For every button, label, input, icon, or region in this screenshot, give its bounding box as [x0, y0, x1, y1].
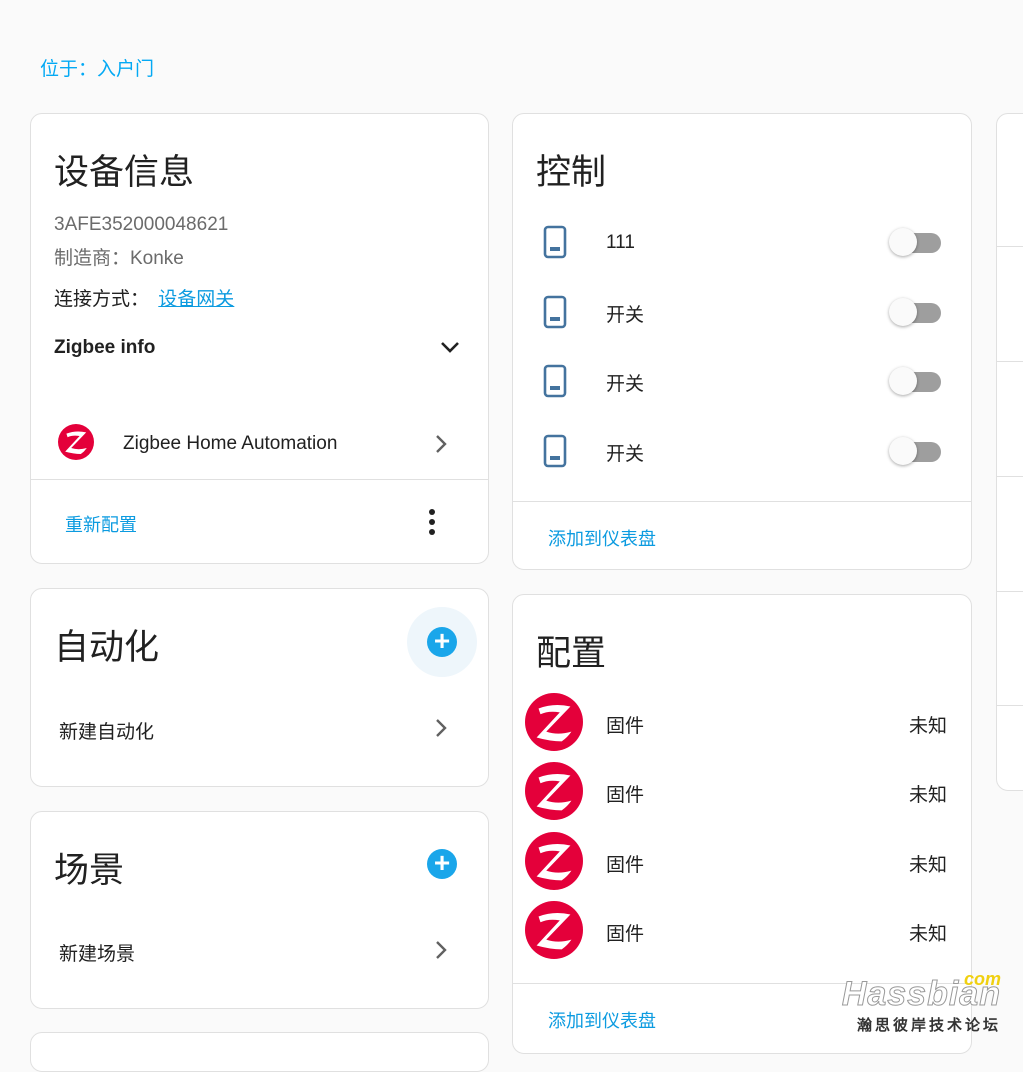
- control-toggle[interactable]: [889, 433, 943, 465]
- phone-icon: [543, 434, 567, 473]
- config-value: 未知: [908, 785, 947, 806]
- new-automation-label: 新建自动化: [59, 722, 155, 743]
- device-manufacturer: 制造商：Konke: [54, 248, 184, 269]
- area-label: 位于：: [40, 59, 98, 80]
- chevron-down-icon: [440, 340, 460, 359]
- integration-name: Zigbee Home Automation: [123, 433, 338, 454]
- more-vert-icon[interactable]: [428, 508, 436, 543]
- reconfigure-button[interactable]: 重新配置: [65, 511, 137, 537]
- row-divider: [997, 476, 1023, 477]
- integration-row[interactable]: Zigbee Home Automation: [31, 419, 488, 469]
- phone-icon: [543, 364, 567, 403]
- watermark-sub: 瀚思彼岸技术论坛: [856, 1017, 1001, 1034]
- control-row: 开关: [513, 429, 971, 473]
- row-divider: [997, 361, 1023, 362]
- card-divider: [31, 479, 488, 480]
- automation-title: 自动化: [54, 628, 160, 667]
- zigbee-info-label: Zigbee info: [54, 337, 156, 358]
- logbook-card-partial: [996, 113, 1023, 791]
- control-toggle[interactable]: [889, 224, 943, 256]
- phone-icon: [543, 295, 567, 334]
- control-row: 111: [513, 220, 971, 264]
- control-name: 开关: [606, 305, 645, 326]
- watermark-com: com: [963, 969, 1001, 989]
- card-divider: [513, 501, 971, 502]
- automation-card: 自动化 + 新建自动化: [30, 588, 489, 787]
- config-value: 未知: [908, 924, 947, 945]
- device-info-title: 设备信息: [54, 153, 195, 192]
- control-toggle[interactable]: [889, 294, 943, 326]
- connection-link[interactable]: 设备网关: [158, 289, 234, 310]
- chevron-right-icon: [434, 434, 448, 454]
- control-name: 开关: [606, 444, 645, 465]
- control-name: 111: [606, 232, 635, 253]
- watermark-logo: com Hassbian 瀚思彼岸技术论坛: [841, 969, 1001, 1035]
- config-name: 固件: [606, 716, 645, 737]
- control-name: 开关: [606, 374, 645, 395]
- control-toggle[interactable]: [889, 363, 943, 395]
- area-breadcrumb: 位于：入户门: [40, 54, 154, 81]
- config-name: 固件: [606, 785, 645, 806]
- add-automation-button[interactable]: +: [427, 627, 457, 657]
- device-serial: 3AFE352000048621: [54, 214, 229, 235]
- next-card-partial: [30, 1032, 489, 1072]
- config-title: 配置: [536, 634, 607, 673]
- control-row: 开关: [513, 290, 971, 334]
- config-row: 固件 未知: [513, 693, 971, 753]
- config-value: 未知: [908, 716, 947, 737]
- config-row: 固件 未知: [513, 832, 971, 892]
- chevron-right-icon: [434, 940, 448, 960]
- scene-card: 场景 + 新建场景: [30, 811, 489, 1009]
- zigbee-logo-icon: [525, 901, 583, 959]
- add-scene-button[interactable]: +: [427, 849, 457, 879]
- control-row: 开关: [513, 359, 971, 403]
- add-to-dashboard-button[interactable]: 添加到仪表盘: [548, 1007, 656, 1033]
- row-divider: [997, 246, 1023, 247]
- new-scene-label: 新建场景: [59, 944, 136, 965]
- connection-row: 连接方式： 设备网关: [54, 284, 234, 311]
- row-divider: [997, 705, 1023, 706]
- config-name: 固件: [606, 855, 645, 876]
- add-to-dashboard-button[interactable]: 添加到仪表盘: [548, 525, 656, 551]
- controls-title: 控制: [536, 153, 607, 192]
- connection-label: 连接方式：: [54, 289, 150, 310]
- config-row: 固件 未知: [513, 901, 971, 961]
- zigbee-logo-icon: [525, 762, 583, 820]
- chevron-right-icon: [434, 718, 448, 738]
- controls-card: 控制 111 开关 开关 开关 添加到仪表盘: [512, 113, 972, 570]
- zigbee-logo-icon: [525, 693, 583, 751]
- config-row: 固件 未知: [513, 762, 971, 822]
- zigbee-logo-icon: [525, 832, 583, 890]
- device-info-card: 设备信息 3AFE352000048621 制造商：Konke 连接方式： 设备…: [30, 113, 489, 564]
- new-automation-row[interactable]: 新建自动化: [31, 709, 488, 749]
- config-name: 固件: [606, 924, 645, 945]
- scene-title: 场景: [54, 851, 125, 890]
- zigbee-logo-icon: [58, 424, 94, 460]
- row-divider: [997, 591, 1023, 592]
- area-link[interactable]: 入户门: [97, 59, 154, 80]
- zigbee-info-header[interactable]: Zigbee info: [54, 337, 460, 367]
- config-value: 未知: [908, 855, 947, 876]
- phone-icon: [543, 225, 567, 264]
- new-scene-row[interactable]: 新建场景: [31, 931, 488, 971]
